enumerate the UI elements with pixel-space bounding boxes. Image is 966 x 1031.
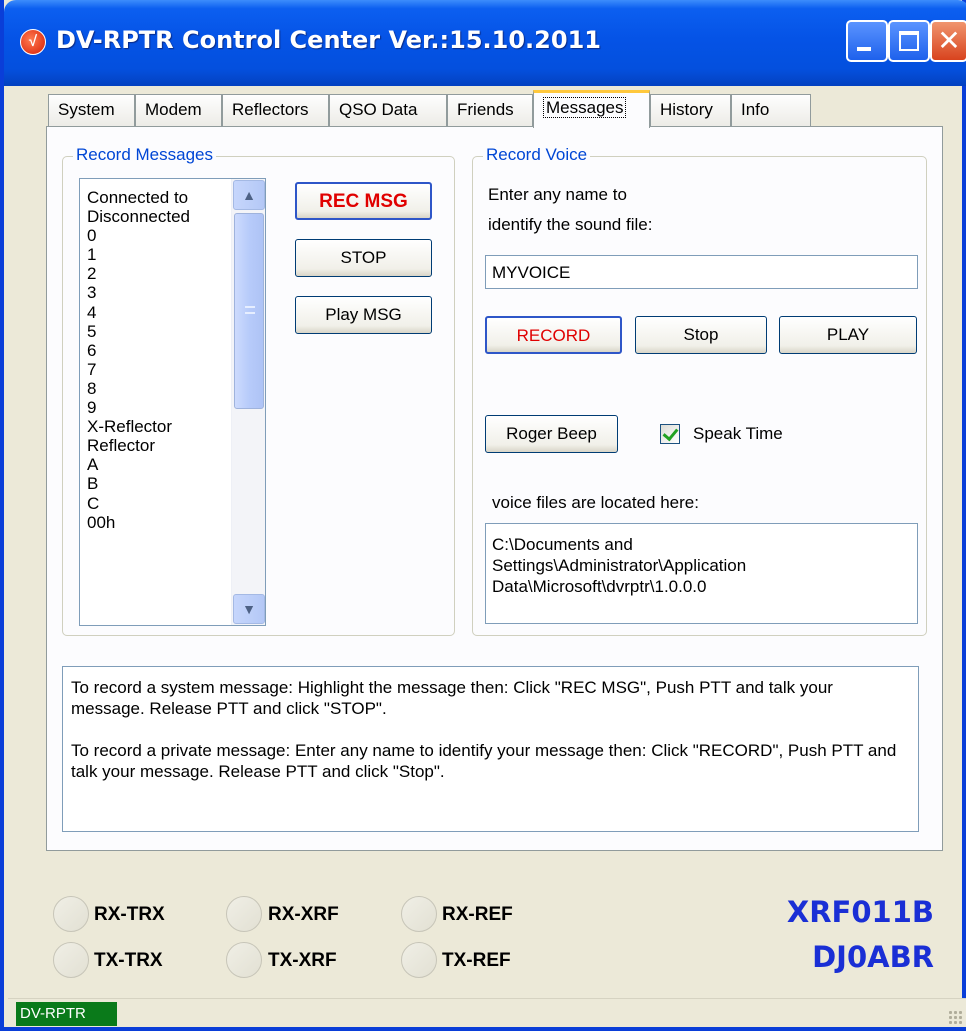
speak-time-label[interactable]: Speak Time bbox=[693, 424, 783, 444]
tab-info[interactable]: Info bbox=[731, 94, 811, 127]
stop-voice-button[interactable]: Stop bbox=[635, 316, 767, 354]
rec-msg-label: REC MSG bbox=[319, 191, 408, 212]
list-item[interactable]: 6 bbox=[87, 341, 190, 360]
roger-beep-button[interactable]: Roger Beep bbox=[485, 415, 618, 453]
play-voice-button[interactable]: PLAY bbox=[779, 316, 917, 354]
play-msg-button[interactable]: Play MSG bbox=[295, 296, 432, 334]
tab-history[interactable]: History bbox=[650, 94, 731, 127]
tx-ref-led bbox=[401, 942, 437, 978]
list-item[interactable]: 3 bbox=[87, 283, 190, 302]
list-item[interactable]: 1 bbox=[87, 245, 190, 264]
resize-grip-icon[interactable] bbox=[948, 1010, 962, 1024]
scroll-down-button[interactable]: ▼ bbox=[233, 594, 265, 624]
path-line: Data\Microsoft\dvrptr\1.0.0.0 bbox=[492, 577, 707, 596]
tx-xrf-led bbox=[226, 942, 262, 978]
tx-xrf-label: TX-XRF bbox=[268, 950, 337, 971]
close-button[interactable]: ✕ bbox=[930, 20, 966, 62]
voice-location-path[interactable]: C:\Documents and Settings\Administrator\… bbox=[485, 523, 918, 624]
list-item[interactable]: 7 bbox=[87, 360, 190, 379]
list-item[interactable]: 4 bbox=[87, 303, 190, 322]
path-line: Settings\Administrator\Application bbox=[492, 556, 747, 575]
list-item[interactable]: 5 bbox=[87, 322, 190, 341]
rx-trx-led bbox=[53, 896, 89, 932]
list-item[interactable]: Disconnected bbox=[87, 207, 190, 226]
record-voice-group-title: Record Voice bbox=[483, 145, 591, 165]
path-line: C:\Documents and bbox=[492, 535, 633, 554]
station-callsign: DJ0ABR bbox=[812, 940, 934, 974]
rx-ref-label: RX-REF bbox=[442, 904, 513, 925]
tab-reflectors[interactable]: Reflectors bbox=[222, 94, 329, 127]
list-item[interactable]: 2 bbox=[87, 264, 190, 283]
tx-ref-label: TX-REF bbox=[442, 950, 511, 971]
app-window: √ DV-RPTR Control Center Ver.:15.10.2011… bbox=[0, 0, 966, 1031]
minimize-icon bbox=[857, 47, 871, 51]
instruction-paragraph-system: To record a system message: Highlight th… bbox=[71, 678, 833, 718]
scroll-up-button[interactable]: ▲ bbox=[233, 180, 265, 210]
reflector-callsign: XRF011B bbox=[786, 895, 934, 929]
minimize-button[interactable] bbox=[846, 20, 888, 62]
record-voice-label: RECORD bbox=[516, 326, 591, 345]
status-panel: DV-RPTR bbox=[16, 1002, 117, 1026]
chevron-up-icon: ▲ bbox=[242, 187, 256, 203]
rx-xrf-led bbox=[226, 896, 262, 932]
tab-messages[interactable]: Messages bbox=[533, 90, 650, 128]
voice-name-input[interactable]: MYVOICE bbox=[485, 255, 918, 289]
close-icon: ✕ bbox=[937, 24, 961, 57]
list-item[interactable]: 00h bbox=[87, 513, 190, 532]
voice-prompt-line1: Enter any name to bbox=[488, 185, 627, 204]
window-title: DV-RPTR Control Center Ver.:15.10.2011 bbox=[56, 26, 601, 54]
list-item[interactable]: A bbox=[87, 455, 190, 474]
rx-ref-led bbox=[401, 896, 437, 932]
speak-time-checkbox[interactable] bbox=[660, 424, 680, 444]
maximize-button[interactable] bbox=[888, 20, 930, 62]
record-voice-button[interactable]: RECORD bbox=[485, 316, 622, 354]
list-item[interactable]: C bbox=[87, 494, 190, 513]
list-item[interactable]: 8 bbox=[87, 379, 190, 398]
chevron-down-icon: ▼ bbox=[242, 601, 256, 617]
tab-friends[interactable]: Friends bbox=[447, 94, 533, 127]
list-item[interactable]: 9 bbox=[87, 398, 190, 417]
tab-messages-label: Messages bbox=[543, 97, 627, 118]
tab-qso-data[interactable]: QSO Data bbox=[329, 94, 447, 127]
tab-system[interactable]: System bbox=[48, 94, 135, 127]
messages-listbox[interactable]: Connected to Disconnected 0 1 2 3 4 5 6 … bbox=[79, 178, 266, 626]
app-icon[interactable]: √ bbox=[20, 29, 46, 55]
rx-trx-label: RX-TRX bbox=[94, 904, 165, 925]
instruction-paragraph-private: To record a private message: Enter any n… bbox=[71, 741, 897, 781]
list-item[interactable]: Connected to bbox=[87, 188, 190, 207]
title-bar[interactable]: √ DV-RPTR Control Center Ver.:15.10.2011… bbox=[4, 0, 966, 86]
tab-modem[interactable]: Modem bbox=[135, 94, 222, 127]
list-item[interactable]: 0 bbox=[87, 226, 190, 245]
maximize-icon bbox=[899, 31, 919, 51]
grip-icon bbox=[245, 306, 255, 314]
list-item[interactable]: Reflector bbox=[87, 436, 190, 455]
list-item[interactable]: X-Reflector bbox=[87, 417, 190, 436]
stop-msg-button[interactable]: STOP bbox=[295, 239, 432, 277]
messages-list: Connected to Disconnected 0 1 2 3 4 5 6 … bbox=[87, 188, 190, 532]
voice-location-label: voice files are located here: bbox=[492, 493, 699, 512]
tx-trx-led bbox=[53, 942, 89, 978]
list-item[interactable]: B bbox=[87, 474, 190, 493]
rx-xrf-label: RX-XRF bbox=[268, 904, 339, 925]
record-messages-group-title: Record Messages bbox=[73, 145, 217, 165]
messages-scrollbar[interactable]: ▲ ▼ bbox=[231, 179, 265, 625]
instructions-textbox[interactable]: To record a system message: Highlight th… bbox=[62, 666, 919, 832]
tx-trx-label: TX-TRX bbox=[94, 950, 163, 971]
rec-msg-button[interactable]: REC MSG bbox=[295, 182, 432, 220]
scroll-thumb[interactable] bbox=[234, 213, 264, 409]
status-bar: DV-RPTR bbox=[8, 998, 966, 1027]
voice-prompt-line2: identify the sound file: bbox=[488, 215, 653, 234]
